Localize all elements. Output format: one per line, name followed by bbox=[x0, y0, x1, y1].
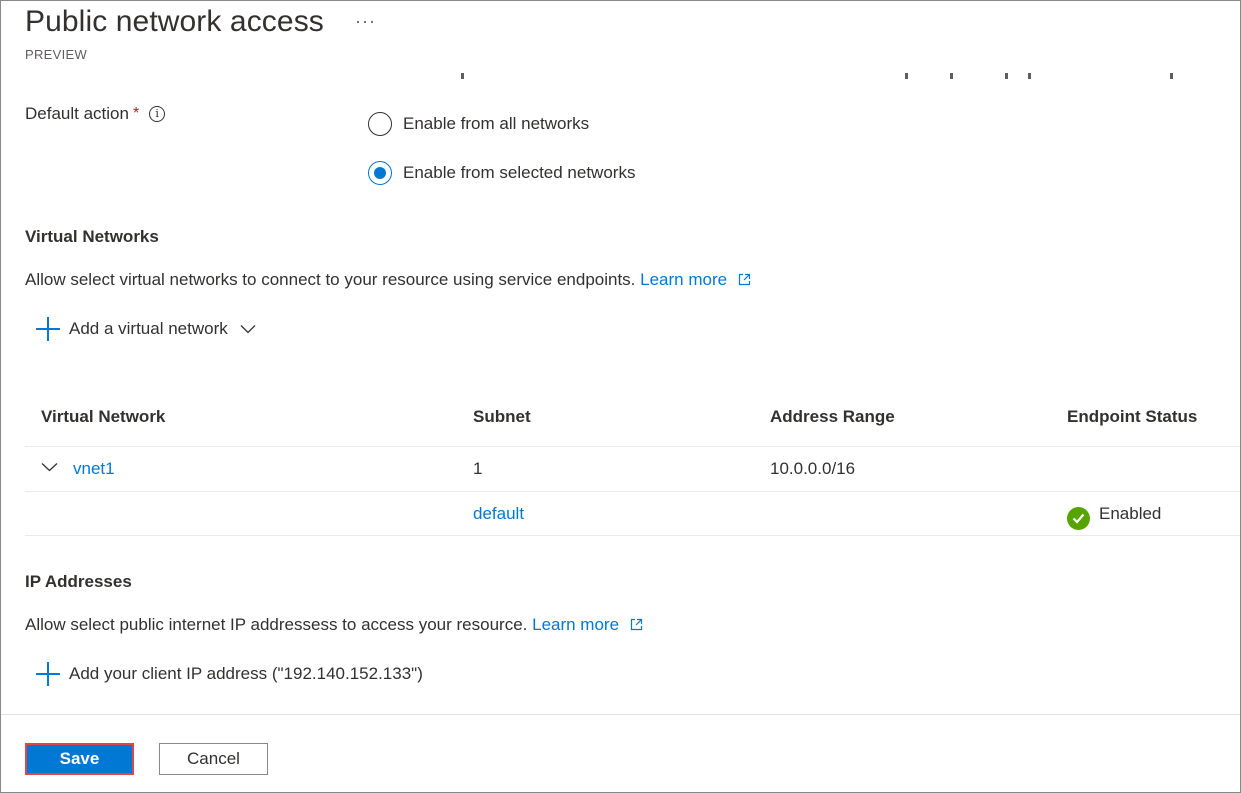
plus-icon bbox=[36, 662, 60, 686]
subnet-link[interactable]: default bbox=[473, 504, 524, 524]
add-virtual-network-label: Add a virtual network bbox=[69, 319, 228, 338]
page-header: Public network access PREVIEW bbox=[25, 5, 324, 62]
footer-divider bbox=[1, 714, 1240, 715]
ip-addresses-description-text: Allow select public internet IP addresse… bbox=[25, 615, 528, 634]
address-range: 10.0.0.0/16 bbox=[770, 459, 856, 478]
virtual-networks-heading: Virtual Networks bbox=[25, 227, 159, 246]
add-virtual-network-button[interactable]: Add a virtual network bbox=[36, 317, 256, 341]
chevron-down-icon[interactable] bbox=[41, 462, 58, 472]
add-client-ip-label: Add your client IP address ("192.140.152… bbox=[69, 664, 423, 683]
subnet-count: 1 bbox=[473, 459, 483, 478]
ip-addresses-description: Allow select public internet IP addresse… bbox=[25, 615, 643, 635]
learn-more-text: Learn more bbox=[640, 270, 728, 289]
check-circle-icon bbox=[1067, 507, 1090, 530]
external-link-icon bbox=[738, 273, 750, 286]
more-options-icon[interactable]: ··· bbox=[355, 11, 376, 32]
save-button[interactable]: Save bbox=[25, 743, 134, 775]
add-client-ip-button[interactable]: Add your client IP address ("192.140.152… bbox=[36, 662, 423, 686]
blade-frame: Public network access PREVIEW ··· Defaul… bbox=[0, 0, 1241, 793]
radio-enable-all-networks[interactable]: Enable from all networks bbox=[368, 112, 589, 136]
virtual-networks-description: Allow select virtual networks to connect… bbox=[25, 270, 751, 290]
radio-enable-selected-networks[interactable]: Enable from selected networks bbox=[368, 161, 635, 185]
endpoint-status: Enabled bbox=[1067, 504, 1161, 530]
table-row: default Enabled bbox=[25, 491, 1240, 536]
page-title: Public network access bbox=[25, 5, 324, 38]
column-header-virtual-network: Virtual Network bbox=[41, 407, 166, 426]
cancel-button[interactable]: Cancel bbox=[159, 743, 268, 775]
table-row: vnet1 1 10.0.0.0/16 bbox=[25, 446, 1240, 491]
vnet-link[interactable]: vnet1 bbox=[73, 459, 115, 479]
virtual-networks-description-text: Allow select virtual networks to connect… bbox=[25, 270, 636, 289]
clipped-content-edge bbox=[25, 67, 1180, 79]
page-subtitle: PREVIEW bbox=[25, 47, 88, 62]
endpoint-status-text: Enabled bbox=[1099, 504, 1162, 523]
expand-row-toggle[interactable] bbox=[41, 457, 58, 477]
info-icon[interactable]: i bbox=[149, 106, 166, 122]
default-action-label-text: Default action bbox=[25, 104, 129, 123]
external-link-icon bbox=[630, 618, 642, 631]
ip-addresses-heading: IP Addresses bbox=[25, 572, 132, 591]
chevron-down-icon bbox=[240, 325, 256, 334]
required-marker: * bbox=[132, 105, 140, 122]
radio-button-icon[interactable] bbox=[368, 112, 392, 136]
default-action-label: Default action * i bbox=[25, 104, 166, 124]
radio-button-checked-icon[interactable] bbox=[368, 161, 392, 185]
radio-label: Enable from all networks bbox=[403, 114, 590, 133]
column-header-endpoint-status: Endpoint Status bbox=[1067, 407, 1198, 426]
virtual-networks-learn-more-link[interactable]: Learn more bbox=[640, 270, 751, 289]
ip-addresses-learn-more-link[interactable]: Learn more bbox=[532, 615, 643, 634]
plus-icon bbox=[36, 317, 60, 341]
radio-label: Enable from selected networks bbox=[403, 163, 636, 182]
column-header-address-range: Address Range bbox=[770, 407, 895, 426]
learn-more-text: Learn more bbox=[532, 615, 620, 634]
column-header-subnet: Subnet bbox=[473, 407, 531, 426]
